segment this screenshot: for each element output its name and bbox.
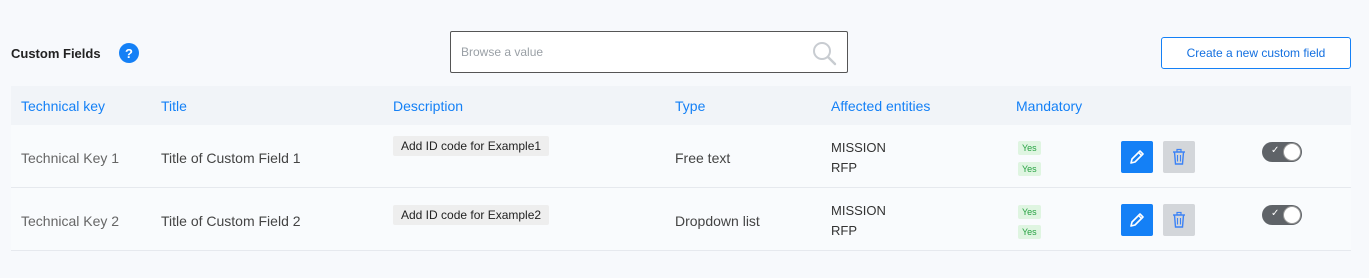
col-title[interactable]: Title — [161, 98, 187, 114]
edit-button[interactable] — [1121, 141, 1153, 173]
col-description[interactable]: Description — [393, 98, 463, 114]
table-row: Technical Key 2 Title of Custom Field 2 … — [11, 188, 1351, 251]
search-box[interactable] — [450, 31, 848, 73]
active-toggle[interactable]: ✓ — [1262, 205, 1302, 225]
entity-mission: MISSION — [831, 203, 886, 218]
col-mandatory[interactable]: Mandatory — [1016, 98, 1082, 114]
entity-rfp: RFP — [831, 160, 857, 175]
type-cell: Free text — [675, 150, 731, 166]
edit-button[interactable] — [1121, 204, 1153, 236]
active-toggle[interactable]: ✓ — [1262, 142, 1302, 162]
delete-button[interactable] — [1163, 141, 1195, 173]
mandatory-badge: Yes — [1018, 141, 1041, 155]
toggle-knob — [1283, 206, 1301, 224]
mandatory-badge: Yes — [1018, 205, 1041, 219]
col-affected-entities[interactable]: Affected entities — [831, 98, 930, 114]
description-chip: Add ID code for Example2 — [393, 205, 550, 225]
pencil-icon — [1130, 213, 1144, 227]
entity-rfp: RFP — [831, 223, 857, 238]
technical-key-cell: Technical Key 1 — [21, 150, 120, 166]
pencil-icon — [1130, 150, 1144, 164]
mandatory-badge: Yes — [1018, 162, 1041, 176]
table-row: Technical Key 1 Title of Custom Field 1 … — [11, 125, 1351, 188]
trash-icon — [1173, 148, 1185, 165]
check-icon: ✓ — [1271, 145, 1280, 156]
title-cell: Title of Custom Field 1 — [161, 150, 301, 166]
search-input[interactable] — [451, 32, 821, 72]
entity-mission: MISSION — [831, 140, 886, 155]
col-type[interactable]: Type — [675, 98, 705, 114]
check-icon: ✓ — [1271, 208, 1280, 219]
technical-key-cell: Technical Key 2 — [21, 213, 120, 229]
type-cell: Dropdown list — [675, 213, 760, 229]
toggle-knob — [1283, 143, 1301, 161]
page-title: Custom Fields — [11, 46, 101, 61]
title-cell: Title of Custom Field 2 — [161, 213, 301, 229]
create-custom-field-button[interactable]: Create a new custom field — [1161, 37, 1351, 69]
delete-button[interactable] — [1163, 204, 1195, 236]
description-chip: Add ID code for Example1 — [393, 136, 550, 156]
search-icon[interactable] — [811, 40, 837, 66]
col-technical-key[interactable]: Technical key — [21, 98, 105, 114]
table-header: Technical key Title Description Type Aff… — [11, 86, 1351, 125]
trash-icon — [1173, 211, 1185, 228]
help-icon[interactable]: ? — [119, 43, 139, 63]
mandatory-badge: Yes — [1018, 225, 1041, 239]
